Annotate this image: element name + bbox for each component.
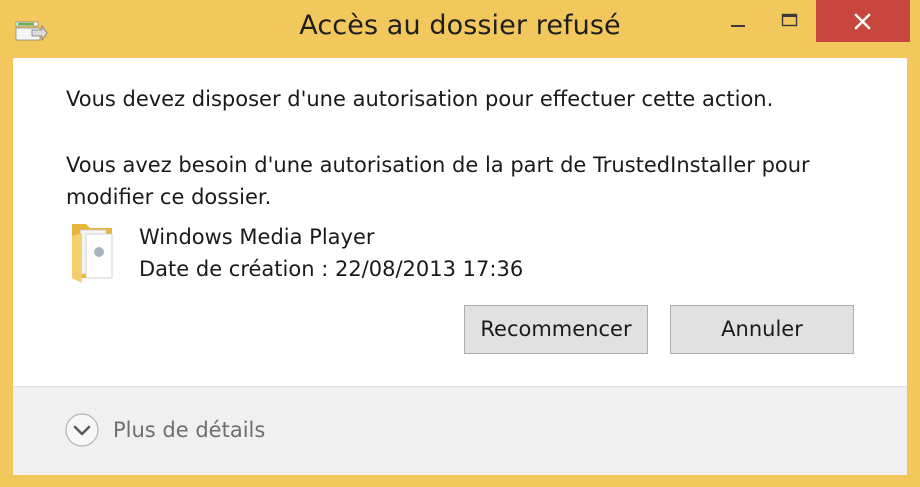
maximize-icon: [781, 13, 798, 27]
title-bar[interactable]: Accès au dossier refusé: [0, 0, 920, 58]
details-footer: Plus de détails: [13, 387, 907, 475]
close-button[interactable]: [816, 0, 910, 42]
more-details-link[interactable]: Plus de détails: [113, 418, 265, 442]
minimize-button[interactable]: [720, 1, 758, 41]
folder-icon: [68, 216, 120, 286]
chevron-down-circle-icon[interactable]: [64, 412, 100, 448]
dialog-content: Vous devez disposer d'une autorisation p…: [13, 58, 907, 475]
dialog-window: Accès au dossier refusé Vous devez dispo…: [0, 0, 920, 487]
permission-message: Vous devez disposer d'une autorisation p…: [66, 87, 774, 111]
trustedinstaller-message: Vous avez besoin d'une autorisation de l…: [66, 153, 810, 209]
close-icon: [854, 13, 871, 30]
maximize-button[interactable]: [771, 1, 809, 41]
retry-button[interactable]: Recommencer: [464, 305, 648, 354]
folder-creation-date: Date de création : 22/08/2013 17:36: [139, 257, 524, 281]
minimize-icon: [731, 25, 745, 27]
cancel-button[interactable]: Annuler: [670, 305, 854, 354]
folder-name: Windows Media Player: [139, 225, 375, 249]
